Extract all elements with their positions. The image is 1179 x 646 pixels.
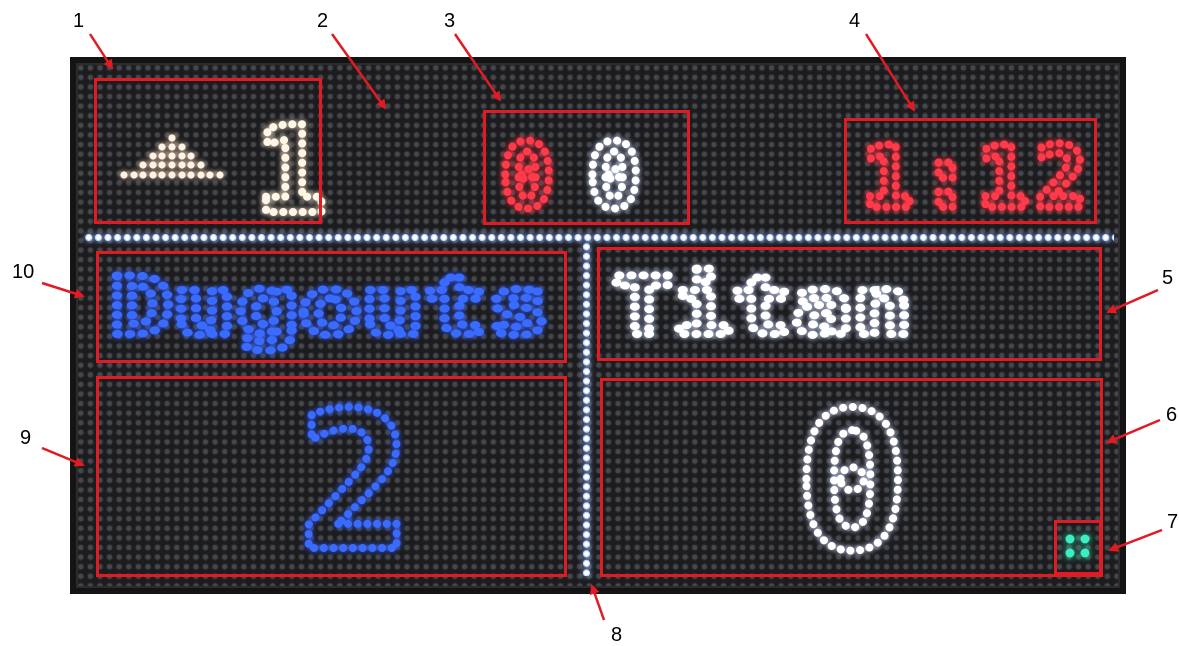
arrow-3 — [453, 33, 502, 102]
arrow-1 — [88, 33, 114, 70]
arrow-4 — [864, 33, 916, 112]
arrow-9 — [41, 446, 85, 467]
arrow-10 — [41, 281, 85, 299]
arrow-6 — [1106, 418, 1161, 444]
arrow-8 — [589, 584, 606, 621]
arrow-7 — [1108, 528, 1163, 552]
arrow-2 — [330, 33, 387, 110]
callout-arrows — [41, 33, 1163, 621]
arrow-5 — [1106, 288, 1159, 314]
